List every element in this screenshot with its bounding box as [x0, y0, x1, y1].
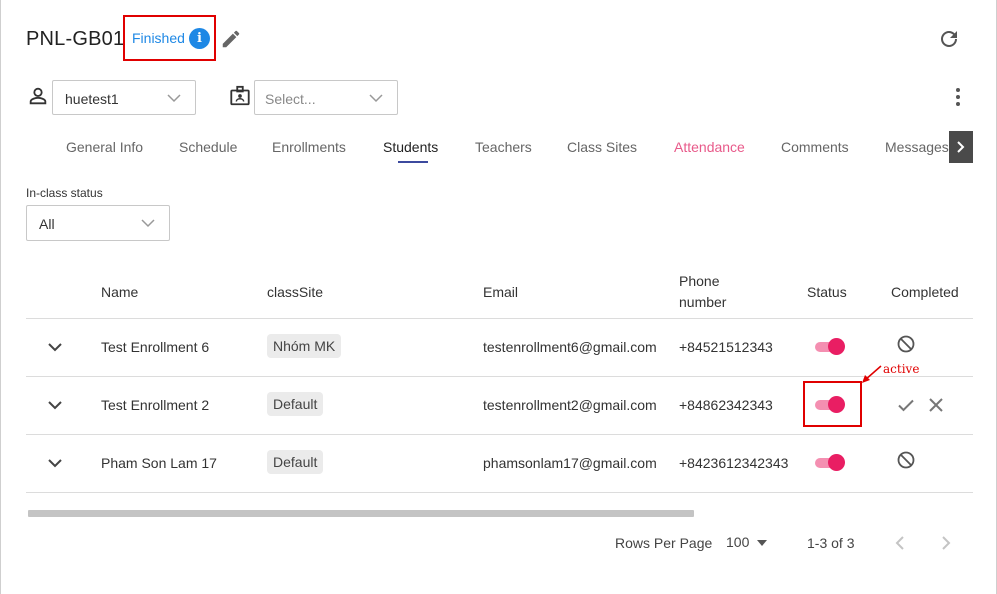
rows-per-page-value[interactable]: 100 — [726, 534, 749, 550]
in-class-status-value: All — [39, 216, 55, 232]
caret-down-icon[interactable] — [757, 540, 767, 546]
student-phone: +84521512343 — [679, 339, 773, 355]
classsite-chip: Nhóm MK — [267, 334, 342, 358]
status-toggle[interactable] — [815, 338, 845, 356]
rows-per-page-label: Rows Per Page — [615, 535, 713, 551]
in-class-status-select[interactable]: All — [26, 205, 170, 241]
column-header-completed[interactable]: Completed — [891, 284, 959, 300]
tab-attendance[interactable]: Attendance — [674, 139, 745, 155]
column-header-classsite[interactable]: classSite — [267, 284, 323, 300]
refresh-icon[interactable] — [937, 27, 961, 51]
class-site-select[interactable]: Select... — [254, 80, 398, 115]
tab-comments[interactable]: Comments — [781, 139, 849, 155]
tab-class-sites[interactable]: Class Sites — [567, 139, 637, 155]
tab-general-info[interactable]: General Info — [66, 139, 143, 155]
info-icon[interactable]: i — [189, 28, 210, 49]
chevron-right-icon — [957, 141, 965, 153]
chevron-right-icon[interactable] — [939, 535, 953, 551]
user-select-value: huetest1 — [65, 91, 119, 107]
expand-row-icon[interactable] — [47, 399, 63, 411]
status-badge: Finished — [132, 30, 185, 46]
tab-messages[interactable]: Messages — [885, 139, 949, 155]
tab-teachers[interactable]: Teachers — [475, 139, 532, 155]
student-phone: +8423612342343 — [679, 455, 789, 471]
classsite-chip: Default — [267, 392, 324, 416]
column-header-phone-line2[interactable]: number — [679, 294, 726, 310]
in-class-status-label: In-class status — [26, 186, 103, 200]
row-divider — [26, 492, 973, 493]
check-icon[interactable] — [896, 395, 916, 415]
toggle-thumb — [828, 338, 845, 355]
classsite-chip: Default — [267, 450, 324, 474]
student-email: phamsonlam17@gmail.com — [483, 455, 657, 471]
active-annotation-label: active — [883, 362, 920, 376]
horizontal-scrollbar[interactable] — [28, 510, 694, 517]
student-name: Test Enrollment 2 — [101, 397, 210, 413]
tab-students[interactable]: Students — [383, 139, 438, 155]
pagination-range: 1-3 of 3 — [807, 535, 855, 551]
id-badge-icon — [230, 85, 250, 106]
active-tab-indicator — [398, 161, 428, 163]
student-phone: +84862342343 — [679, 397, 773, 413]
class-site-placeholder: Select... — [265, 91, 316, 107]
chevron-left-icon[interactable] — [893, 535, 907, 551]
column-header-email[interactable]: Email — [483, 284, 518, 300]
column-header-phone-line1[interactable]: Phone — [679, 273, 719, 289]
expand-row-icon[interactable] — [47, 457, 63, 469]
close-icon[interactable] — [926, 395, 946, 415]
header-divider — [26, 318, 973, 319]
page-title: PNL-GB01 — [26, 28, 125, 50]
block-icon — [897, 451, 915, 469]
column-header-status[interactable]: Status — [807, 284, 847, 300]
tabs-scroll-right-button[interactable] — [949, 131, 973, 163]
column-header-name[interactable]: Name — [101, 284, 138, 300]
student-email: testenrollment2@gmail.com — [483, 397, 657, 413]
tab-schedule[interactable]: Schedule — [179, 139, 237, 155]
person-icon — [29, 87, 47, 105]
class-detail-panel: PNL-GB01 Finished i huetest1 Select... G… — [0, 0, 997, 594]
student-email: testenrollment6@gmail.com — [483, 339, 657, 355]
tab-enrollments[interactable]: Enrollments — [272, 139, 346, 155]
pencil-edit-icon[interactable] — [220, 28, 242, 50]
toggle-thumb — [828, 454, 845, 471]
more-vert-icon[interactable] — [948, 87, 968, 107]
chevron-down-icon — [167, 94, 181, 103]
row-divider — [26, 434, 973, 435]
block-icon — [897, 335, 915, 353]
expand-row-icon[interactable] — [47, 341, 63, 353]
student-name: Pham Son Lam 17 — [101, 455, 217, 471]
row-divider — [26, 376, 973, 377]
status-toggle[interactable] — [815, 454, 845, 472]
chevron-down-icon — [141, 219, 155, 228]
status-highlight-box — [803, 381, 862, 427]
chevron-down-icon — [369, 94, 383, 103]
student-name: Test Enrollment 6 — [101, 339, 210, 355]
user-select[interactable]: huetest1 — [52, 80, 196, 115]
